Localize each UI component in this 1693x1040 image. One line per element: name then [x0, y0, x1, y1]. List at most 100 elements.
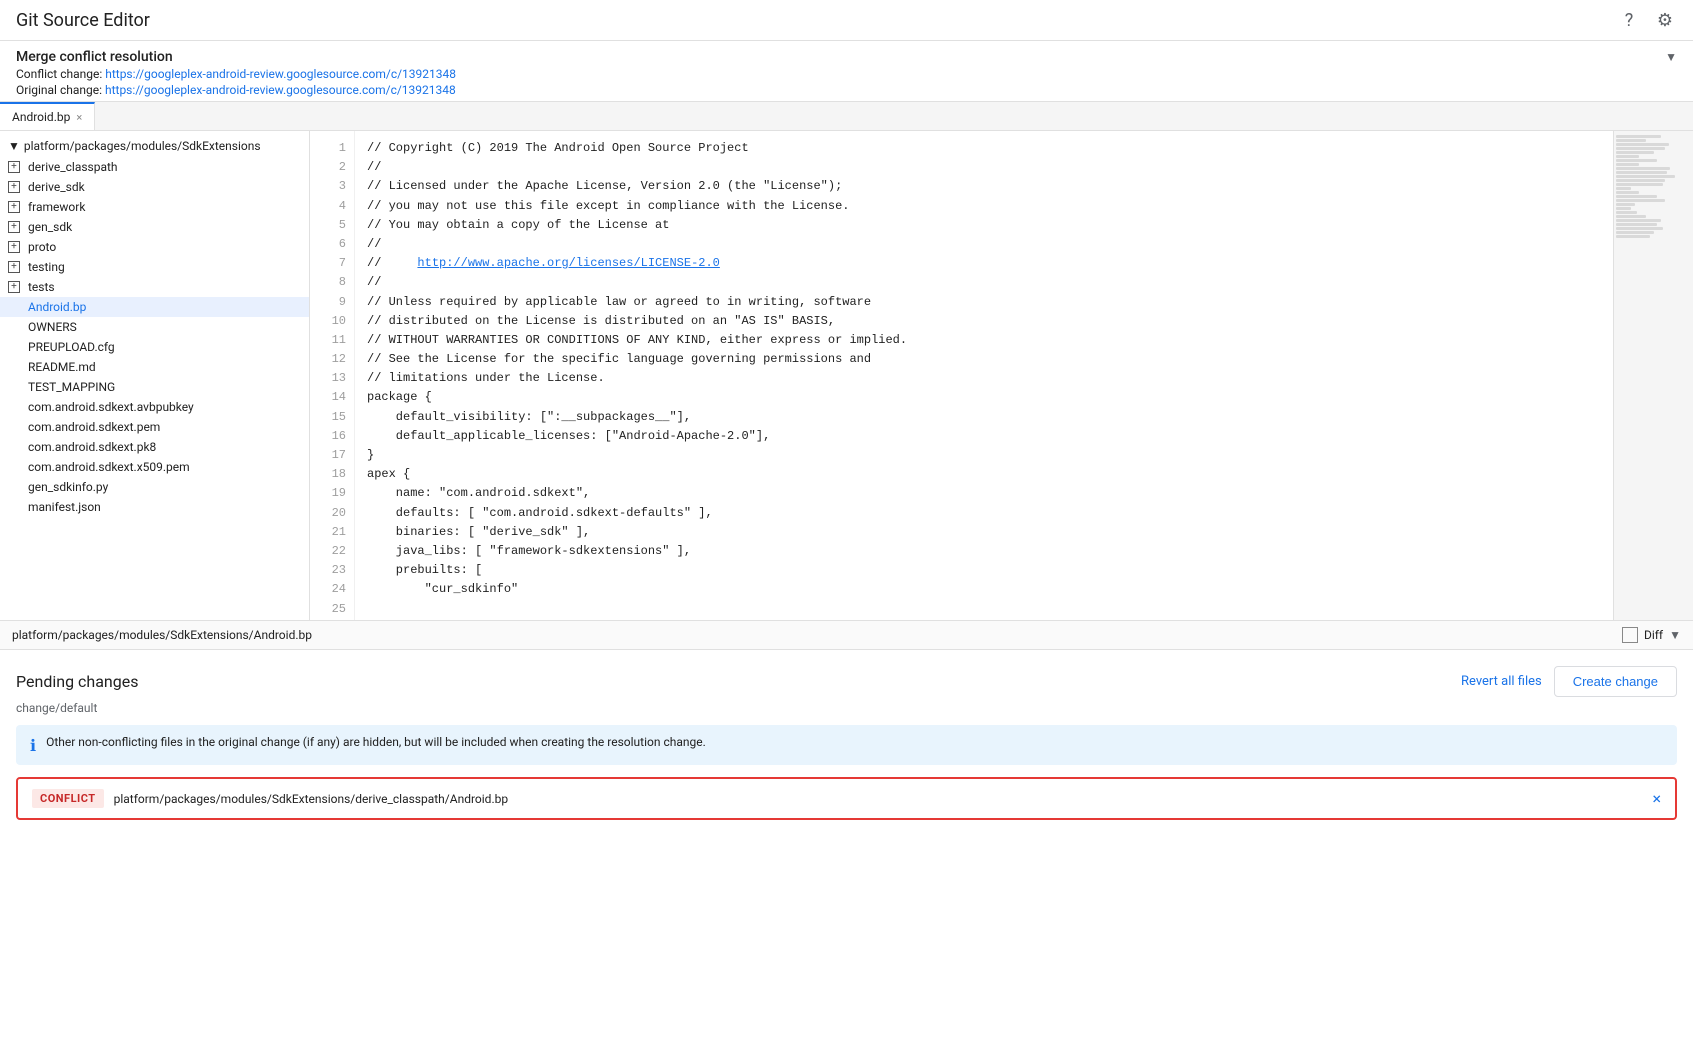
tree-file-manifest-json[interactable]: manifest.json	[0, 497, 309, 517]
minimap-line-18	[1616, 203, 1635, 206]
tree-root[interactable]: ▼ platform/packages/modules/SdkExtension…	[0, 135, 309, 157]
pending-area: Pending changes Revert all files Create …	[0, 650, 1693, 836]
line-num-14: 14	[318, 388, 346, 407]
pending-actions: Revert all files Create change	[1461, 666, 1677, 697]
folder-expand-icon: +	[8, 281, 20, 293]
line-num-22: 22	[318, 542, 346, 561]
code-line-25: prebuilts: [	[367, 561, 1601, 580]
diff-checkbox[interactable]	[1622, 627, 1638, 643]
create-change-button[interactable]: Create change	[1554, 666, 1677, 697]
minimap-line-9	[1616, 167, 1670, 170]
line-num-10: 10	[318, 312, 346, 331]
conflict-area: CONFLICT platform/packages/modules/SdkEx…	[16, 777, 1677, 820]
code-line-10: // distributed on the License is distrib…	[367, 312, 1601, 331]
code-line-24: java_libs: [ "framework-sdkextensions" ]…	[367, 542, 1601, 561]
minimap-line-4	[1616, 147, 1665, 150]
tree-file-test-mapping[interactable]: TEST_MAPPING	[0, 377, 309, 397]
code-line-23: binaries: [ "derive_sdk" ],	[367, 523, 1601, 542]
line-num-7: 7	[318, 254, 346, 273]
tree-folder-derive-sdk[interactable]: +derive_sdk	[0, 177, 309, 197]
minimap-line-6	[1616, 155, 1639, 158]
line-num-1: 1	[318, 139, 346, 158]
line-num-4: 4	[318, 197, 346, 216]
line-num-6: 6	[318, 235, 346, 254]
tree-file-com-android-sdkext-pk8[interactable]: com.android.sdkext.pk8	[0, 437, 309, 457]
tree-file-com-android-sdkext-pem[interactable]: com.android.sdkext.pem	[0, 417, 309, 437]
diff-toggle: Diff ▼	[1622, 627, 1681, 643]
file-tab-bar: Android.bp ×	[0, 102, 1693, 131]
minimap-line-20	[1616, 211, 1637, 214]
line-num-2: 2	[318, 158, 346, 177]
line-num-20: 20	[318, 504, 346, 523]
tree-files: Android.bpOWNERSPREUPLOAD.cfgREADME.mdTE…	[0, 297, 309, 517]
code-content[interactable]: // Copyright (C) 2019 The Android Open S…	[355, 131, 1613, 620]
collapse-icon: ▼	[8, 139, 20, 153]
minimap-line-5	[1616, 151, 1654, 154]
tree-folder-framework[interactable]: +framework	[0, 197, 309, 217]
code-line-20: apex {	[367, 465, 1601, 484]
tree-folder-derive-classpath[interactable]: +derive_classpath	[0, 157, 309, 177]
settings-icon[interactable]: ⚙	[1653, 8, 1677, 32]
file-tab-android-bp[interactable]: Android.bp ×	[0, 102, 95, 130]
line-num-21: 21	[318, 523, 346, 542]
tree-file-android-bp[interactable]: Android.bp	[0, 297, 309, 317]
line-num-13: 13	[318, 369, 346, 388]
conflict-close-icon[interactable]: ×	[1652, 789, 1661, 808]
original-link[interactable]: https://googleplex-android-review.google…	[105, 83, 456, 97]
tree-file-preupload-cfg[interactable]: PREUPLOAD.cfg	[0, 337, 309, 357]
tree-folder-testing[interactable]: +testing	[0, 257, 309, 277]
tree-folder-gen-sdk[interactable]: +gen_sdk	[0, 217, 309, 237]
minimap-line-11	[1616, 175, 1675, 178]
diff-dropdown-arrow[interactable]: ▼	[1669, 628, 1681, 642]
code-line-16: default_visibility: [":__subpackages__"]…	[367, 408, 1601, 427]
close-tab-icon[interactable]: ×	[76, 111, 82, 124]
pending-title: Pending changes	[16, 672, 138, 691]
code-line-5: // You may obtain a copy of the License …	[367, 216, 1601, 235]
tree-folder-tests[interactable]: +tests	[0, 277, 309, 297]
minimap-line-13	[1616, 183, 1663, 186]
merge-dropdown-arrow[interactable]: ▼	[1665, 50, 1677, 64]
code-line-7: // http://www.apache.org/licenses/LICENS…	[367, 254, 1601, 273]
original-label: Original change:	[16, 83, 102, 97]
tree-folder-proto[interactable]: +proto	[0, 237, 309, 257]
line-num-12: 12	[318, 350, 346, 369]
minimap-line-23	[1616, 223, 1657, 226]
tree-file-com-android-sdkext-avbpubkey[interactable]: com.android.sdkext.avbpubkey	[0, 397, 309, 417]
code-editor[interactable]: 1234567891011121314151617181920212223242…	[310, 131, 1613, 620]
info-icon: ℹ	[30, 736, 36, 755]
tree-file-readme-md[interactable]: README.md	[0, 357, 309, 377]
minimap-line-22	[1616, 219, 1661, 222]
tree-file-owners[interactable]: OWNERS	[0, 317, 309, 337]
minimap-line-19	[1616, 207, 1631, 210]
line-num-18: 18	[318, 465, 346, 484]
minimap-line-1	[1616, 135, 1661, 138]
conflict-path: platform/packages/modules/SdkExtensions/…	[114, 792, 1643, 806]
original-change-line: Original change: https://googleplex-andr…	[16, 83, 1677, 97]
folder-expand-icon: +	[8, 181, 20, 193]
file-tab-name: Android.bp	[12, 110, 70, 124]
change-label: change/default	[16, 701, 1677, 715]
code-line-18: }	[367, 446, 1601, 465]
top-bar-icons: ? ⚙	[1617, 8, 1677, 32]
conflict-link[interactable]: https://googleplex-android-review.google…	[105, 67, 456, 81]
line-num-26: 26	[318, 619, 346, 620]
code-link[interactable]: http://www.apache.org/licenses/LICENSE-2…	[417, 256, 719, 270]
code-line-4: // you may not use this file except in c…	[367, 197, 1601, 216]
app-title: Git Source Editor	[16, 10, 150, 31]
help-icon[interactable]: ?	[1617, 8, 1641, 32]
tree-file-com-android-sdkext-x509-pem[interactable]: com.android.sdkext.x509.pem	[0, 457, 309, 477]
line-num-5: 5	[318, 216, 346, 235]
code-line-21: name: "com.android.sdkext",	[367, 484, 1601, 503]
revert-all-files-button[interactable]: Revert all files	[1461, 674, 1542, 689]
file-path-text: platform/packages/modules/SdkExtensions/…	[12, 628, 312, 642]
code-line-17: default_applicable_licenses: ["Android-A…	[367, 427, 1601, 446]
code-line-8: //	[367, 273, 1601, 292]
merge-title-text: Merge conflict resolution	[16, 49, 173, 65]
pending-header: Pending changes Revert all files Create …	[16, 666, 1677, 697]
tree-file-gen-sdkinfo-py[interactable]: gen_sdkinfo.py	[0, 477, 309, 497]
info-box: ℹ Other non-conflicting files in the ori…	[16, 725, 1677, 765]
tree-root-label: platform/packages/modules/SdkExtensions	[24, 139, 261, 153]
minimap-line-2	[1616, 139, 1646, 142]
minimap-line-14	[1616, 187, 1631, 190]
line-num-16: 16	[318, 427, 346, 446]
